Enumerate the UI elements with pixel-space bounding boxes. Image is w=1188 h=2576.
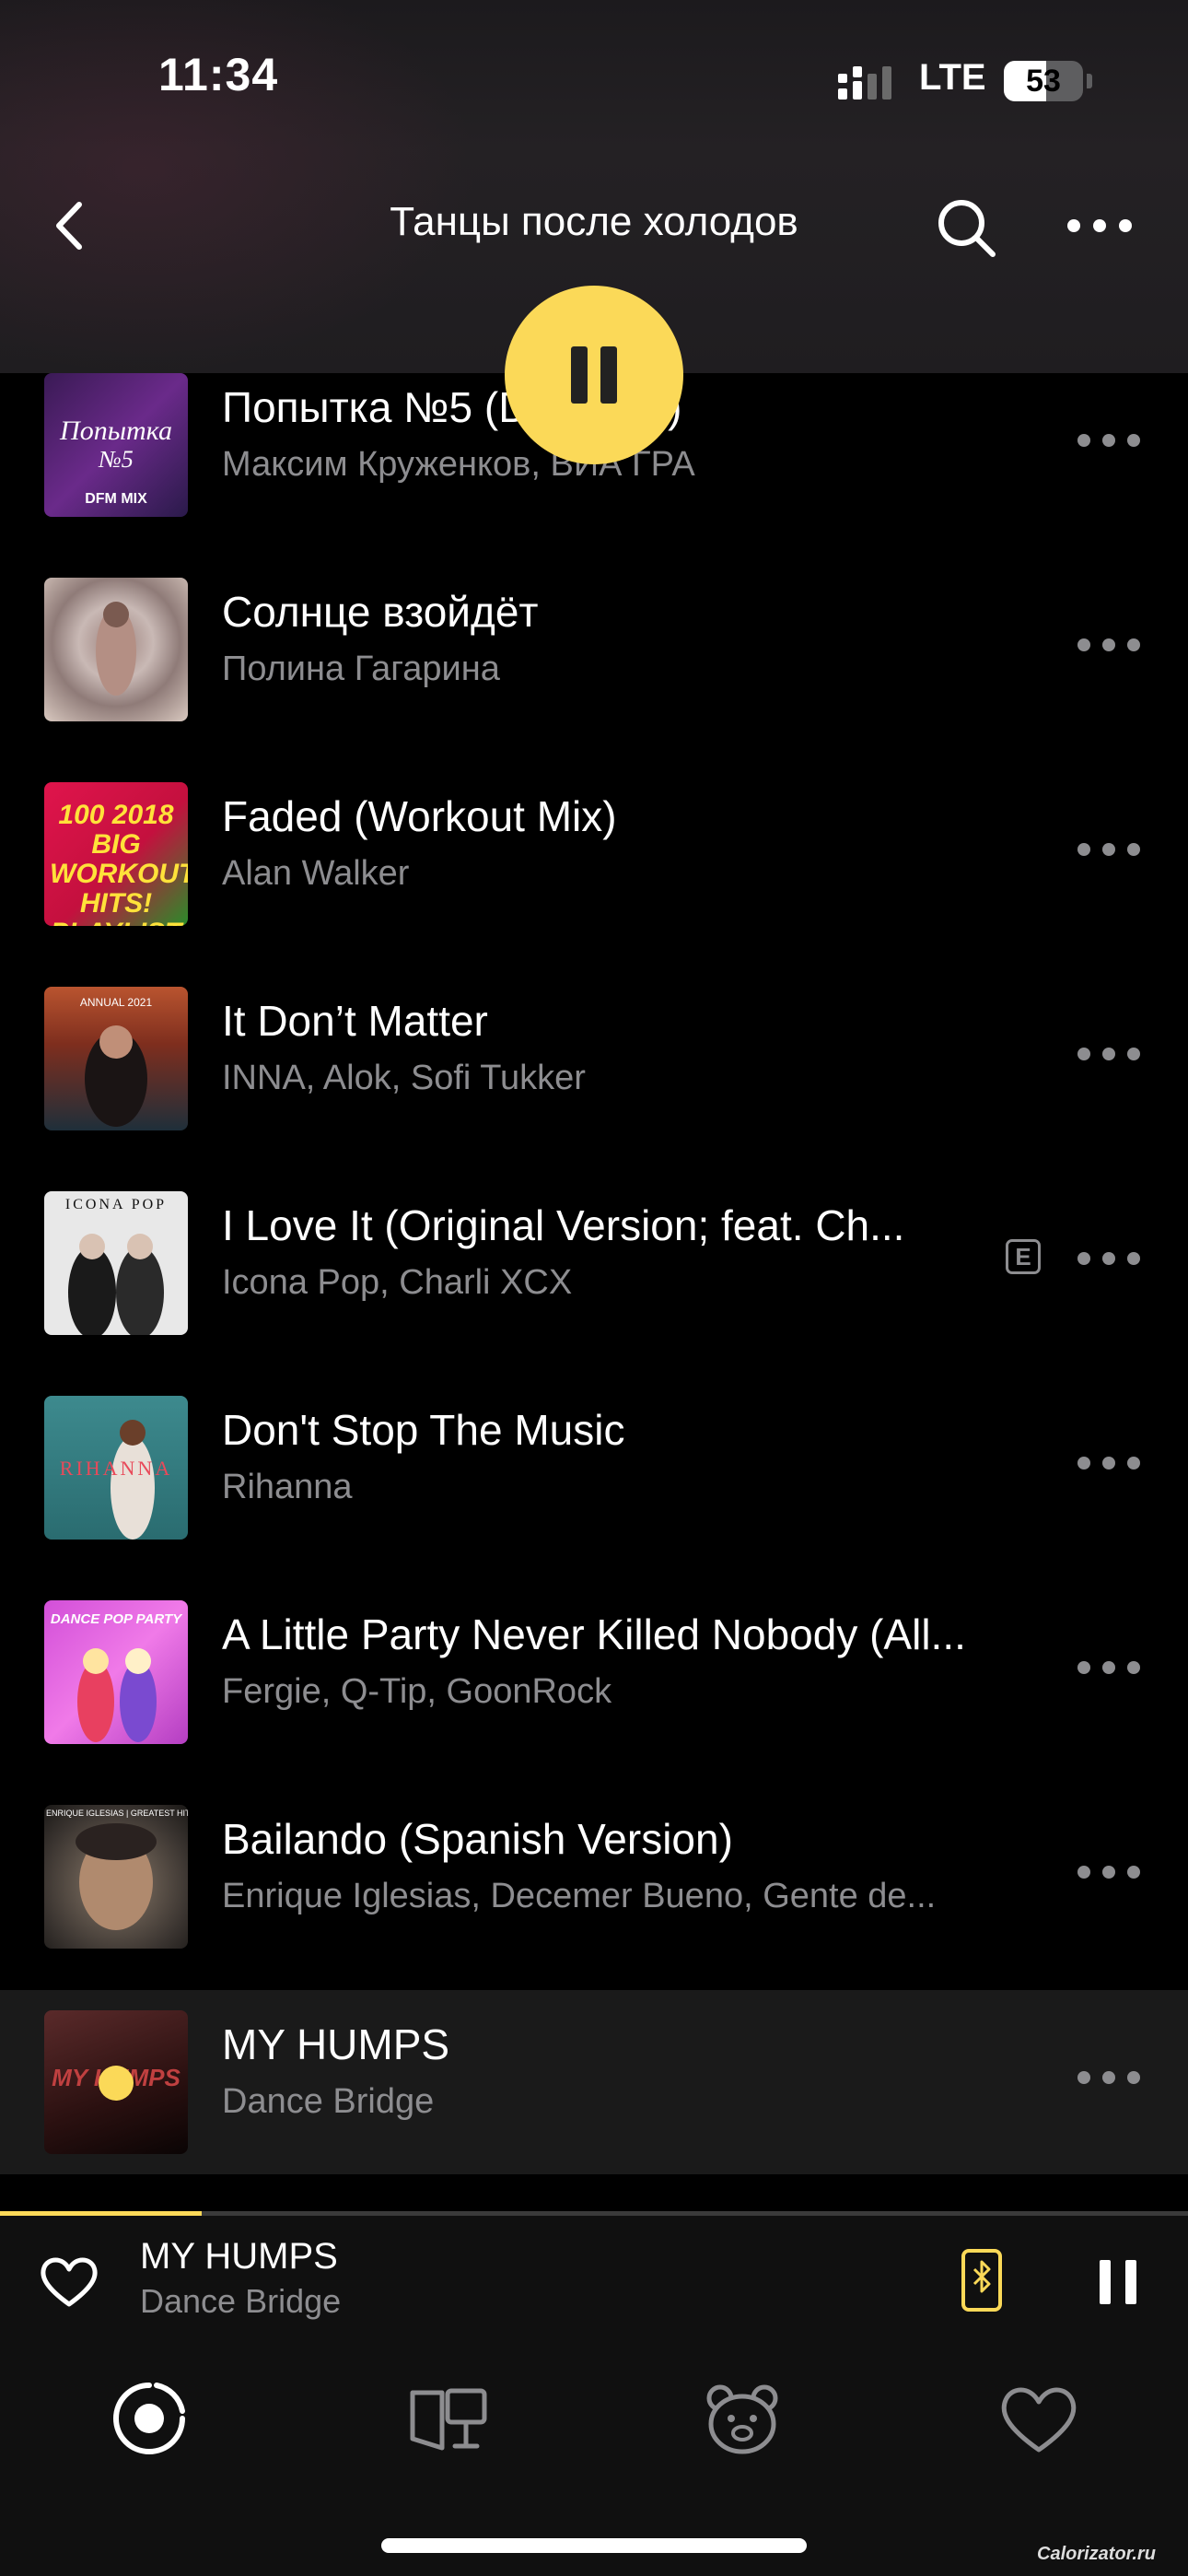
bluetooth-device-icon[interactable] [954,2243,1009,2317]
pause-icon-bar [600,346,617,404]
album-cover: MY HUMPS [44,2010,188,2154]
svg-text:Попытка: Попытка [59,416,172,446]
track-artist: Enrique Iglesias, Decemer Bueno, Gente d… [222,1877,937,1915]
album-cover: ENRIQUE IGLESIAS | GREATEST HITS [44,1805,188,1949]
more-icon[interactable] [1065,193,1135,258]
cover-text: ICONA POP [64,1197,168,1212]
mini-player[interactable]: MY HUMPS Dance Bridge [0,2216,1188,2354]
track-title: Faded (Workout Mix) [222,792,617,840]
battery-icon: 53 [1004,61,1083,101]
track-title: Bailando (Spanish Version) [222,1815,733,1863]
back-chevron-icon[interactable] [44,193,99,258]
track-more-button[interactable] [1077,2058,1142,2095]
album-cover: ANNUAL 2021 [44,987,188,1130]
cover-text: 100 2018 BIG WORKOUT HITS! PLAYLIST [50,800,188,927]
track-row[interactable]: ENRIQUE IGLESIAS | GREATEST HITS Bailand… [0,1805,1188,2009]
cover-text: ENRIQUE IGLESIAS | GREATEST HITS [46,1809,188,1818]
battery-cap [1087,74,1092,88]
status-bar: 11:34 LTE 53 [0,0,1188,157]
album-cover: DANCE POP PARTY [44,1600,188,1744]
mini-player-title: MY HUMPS [140,2236,338,2277]
track-artist: Rihanna [222,1468,353,1506]
battery-percent: 53 [1026,64,1061,99]
track-artist: Dance Bridge [222,2082,435,2121]
track-row[interactable]: ANNUAL 2021 It Don’t Matter INNA, Alok, … [0,987,1188,1191]
track-more-button[interactable] [1077,421,1142,458]
mini-player-artist: Dance Bridge [140,2282,342,2320]
pause-playlist-button[interactable] [505,286,683,464]
watermark: Calorizator.ru [1037,2544,1156,2564]
track-more-button[interactable] [1077,1444,1142,1481]
track-more-button[interactable] [1077,1648,1142,1685]
svg-text:№5: №5 [98,446,134,473]
now-playing-indicator [99,2066,134,2101]
track-title: A Little Party Never Killed Nobody (All.… [222,1610,966,1658]
album-cover: RIHANNA [44,1396,188,1540]
track-title: Солнце взойдёт [222,588,539,636]
album-cover [44,578,188,721]
kids-bear-icon[interactable] [696,2372,788,2465]
track-list[interactable]: Попытка №5 DFM MIX Попытка №5 (DFM Mix) … [0,373,1188,2174]
track-row[interactable]: DANCE POP PARTY A Little Party Never Kil… [0,1600,1188,1805]
track-artist: Alan Walker [222,854,410,893]
collection-icon[interactable] [402,2372,494,2465]
my-wave-icon[interactable] [103,2372,195,2465]
track-more-button[interactable] [1077,1239,1142,1276]
track-row[interactable]: 100 2018 BIG WORKOUT HITS! PLAYLIST Fade… [0,782,1188,987]
cover-text: DFM MIX [85,491,147,507]
track-row[interactable]: RIHANNA Don't Stop The Music Rihanna [0,1396,1188,1600]
track-artist: Полина Гагарина [222,650,500,688]
track-artist: INNA, Alok, Sofi Tukker [222,1059,586,1097]
track-title: MY HUMPS [222,2020,450,2068]
track-more-button[interactable] [1077,1035,1142,1071]
track-more-button[interactable] [1077,1853,1142,1890]
track-title: It Don’t Matter [222,997,488,1045]
favorites-heart-icon[interactable] [993,2372,1085,2465]
cover-text: ANNUAL 2021 [79,996,153,1009]
cover-text: DANCE POP PARTY [50,1611,182,1627]
like-heart-icon[interactable] [37,2249,101,2313]
track-title: I Love It (Original Version; feat. Ch... [222,1201,905,1249]
track-more-button[interactable] [1077,830,1142,867]
network-type: LTE [919,57,986,98]
pause-icon[interactable] [1090,2253,1146,2312]
cover-art-graphic [96,602,136,696]
signal-strength-icon [838,66,891,100]
playlist-title: Танцы после холодов [390,199,798,244]
track-row[interactable]: Солнце взойдёт Полина Гагарина [0,578,1188,782]
search-icon[interactable] [932,193,1000,262]
album-cover: 100 2018 BIG WORKOUT HITS! PLAYLIST [44,782,188,926]
track-artist: Icona Pop, Charli XCX [222,1263,573,1302]
track-artist: Fergie, Q-Tip, GoonRock [222,1672,612,1711]
cover-text: RIHANNA [59,1457,173,1480]
explicit-badge: E [1006,1239,1041,1274]
track-row[interactable]: ICONA POP I Love It (Original Version; f… [0,1191,1188,1396]
track-more-button[interactable] [1077,626,1142,662]
home-indicator[interactable] [381,2538,807,2553]
nav-bar: Танцы после холодов [0,175,1188,276]
album-cover: Попытка №5 DFM MIX [44,373,188,517]
album-cover: ICONA POP [44,1191,188,1335]
tab-bar: Calorizator.ru [0,2354,1188,2576]
track-title: Don't Stop The Music [222,1406,625,1454]
status-time: 11:34 [158,49,279,100]
pause-icon [571,346,588,404]
track-row-playing[interactable]: MY HUMPS MY HUMPS Dance Bridge [0,1990,1188,2174]
cover-art-graphic [76,1823,157,1930]
